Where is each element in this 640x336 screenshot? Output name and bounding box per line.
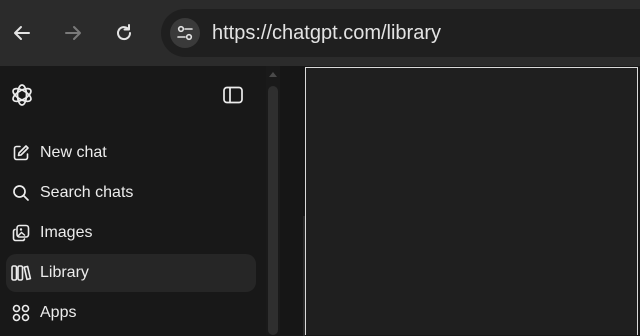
sidebar-item-apps[interactable]: Apps <box>6 294 256 332</box>
browser-toolbar: https://chatgpt.com/library <box>0 0 640 66</box>
arrow-right-icon <box>65 26 81 40</box>
scrollbar-thumb[interactable] <box>268 86 278 335</box>
sidebar-toggle-button[interactable] <box>221 83 245 107</box>
sidebar-item-label: Apps <box>40 304 77 321</box>
forward-button[interactable] <box>60 20 86 46</box>
openai-logo-icon[interactable] <box>8 81 36 109</box>
edit-icon <box>10 142 32 164</box>
scroll-up-arrow-icon[interactable] <box>269 72 277 77</box>
sidebar-item-images[interactable]: Images <box>6 214 256 252</box>
sidebar-item-new-chat[interactable]: New chat <box>6 134 256 172</box>
site-info-button[interactable] <box>170 18 200 48</box>
address-bar[interactable]: https://chatgpt.com/library <box>161 9 640 57</box>
images-icon <box>10 222 32 244</box>
sidebar-item-label: New chat <box>40 144 107 161</box>
sidebar-item-library[interactable]: Library <box>6 254 256 292</box>
sidebar-resize-gutter[interactable] <box>280 66 305 336</box>
back-button[interactable] <box>9 20 35 46</box>
main-content-panel <box>305 67 638 335</box>
tune-icon <box>177 25 193 41</box>
sidebar-item-search-chats[interactable]: Search chats <box>6 174 256 212</box>
apps-icon <box>10 302 32 324</box>
sidebar-toggle-icon <box>223 86 243 104</box>
reload-button[interactable] <box>111 20 137 46</box>
sidebar-item-label: Images <box>40 224 93 241</box>
sidebar-item-label: Search chats <box>40 184 134 201</box>
url-text[interactable]: https://chatgpt.com/library <box>212 21 441 45</box>
search-icon <box>10 182 32 204</box>
arrow-left-icon <box>14 26 30 40</box>
sidebar-item-label: Library <box>40 264 89 281</box>
reload-icon <box>117 24 132 41</box>
library-icon <box>10 262 32 284</box>
sidebar: New chat Search chats Images Library App… <box>0 66 266 335</box>
sidebar-scrollbar[interactable] <box>266 66 280 335</box>
